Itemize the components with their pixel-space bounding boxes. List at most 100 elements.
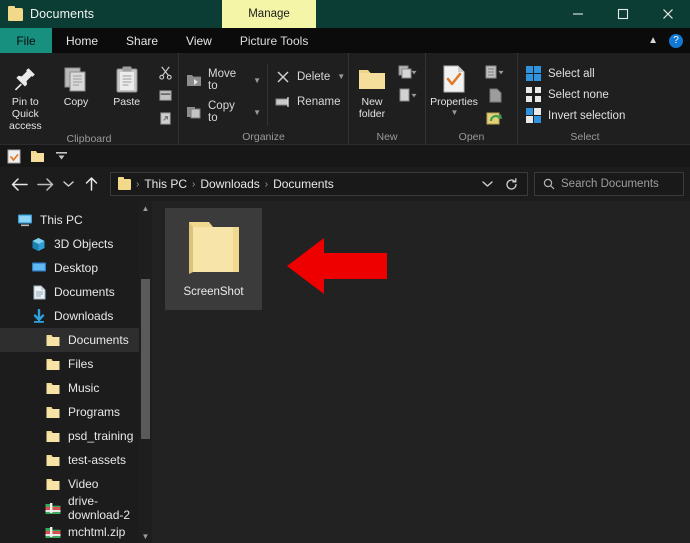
address-bar: › This PC › Downloads › Documents Search…: [0, 167, 690, 201]
move-to-button[interactable]: Move to ▼: [179, 68, 267, 92]
maximize-button[interactable]: [600, 0, 645, 28]
sidebar-item-video[interactable]: Video: [0, 472, 152, 496]
sidebar-item-psd-training[interactable]: psd_training: [0, 424, 152, 448]
copy-icon: [62, 62, 90, 96]
folder-icon: [44, 332, 61, 349]
sidebar-item-documents-selected[interactable]: Documents: [0, 328, 152, 352]
invert-selection-label: Invert selection: [548, 109, 626, 122]
sidebar-item-test-assets[interactable]: test-assets: [0, 448, 152, 472]
new-folder-button[interactable]: New folder: [349, 58, 395, 120]
new-small-buttons: [395, 58, 421, 105]
folder-icon: [44, 476, 61, 493]
paste-icon: [115, 62, 139, 96]
forward-arrow-icon[interactable]: [32, 171, 58, 197]
pin-to-quick-access-button[interactable]: Pin to Quick access: [0, 58, 51, 132]
sidebar-item-documents-library[interactable]: Documents: [0, 280, 152, 304]
sidebar-item-programs[interactable]: Programs: [0, 400, 152, 424]
select-items: Select all Select none Invert selection: [518, 58, 625, 123]
properties-icon: [441, 62, 467, 96]
file-item-screenshot[interactable]: ScreenShot: [165, 208, 262, 310]
copy-button[interactable]: Copy: [51, 58, 102, 108]
chevron-down-icon: ▼: [450, 108, 459, 118]
easy-access-icon[interactable]: [395, 85, 421, 105]
delete-icon: [274, 68, 291, 85]
tab-picture-tools-label: Picture Tools: [239, 33, 309, 48]
sidebar-item-downloads[interactable]: Downloads: [0, 304, 152, 328]
contextual-tab-manage[interactable]: Manage: [222, 0, 316, 28]
tab-home-label: Home: [66, 33, 99, 48]
breadcrumb-this-pc[interactable]: This PC: [140, 177, 191, 191]
rename-button[interactable]: Rename: [268, 93, 348, 110]
sidebar-scrollbar[interactable]: ▲ ▼: [139, 201, 152, 543]
search-icon: [543, 178, 555, 190]
tab-home[interactable]: Home: [52, 28, 112, 53]
refresh-icon[interactable]: [499, 173, 523, 195]
file-list-pane[interactable]: ScreenShot: [152, 201, 690, 543]
new-folder-icon[interactable]: [30, 149, 45, 164]
tab-share-label: Share: [126, 33, 159, 48]
tab-view[interactable]: View: [172, 28, 226, 53]
paste-shortcut-icon[interactable]: [152, 108, 178, 128]
sidebar-item-mchtml-zip[interactable]: mchtml.zip: [0, 520, 152, 543]
sidebar-item-3d-objects[interactable]: 3D Objects: [0, 232, 152, 256]
tab-share[interactable]: Share: [112, 28, 172, 53]
paste-button[interactable]: Paste: [101, 58, 152, 108]
up-arrow-icon[interactable]: [78, 171, 104, 197]
invert-selection-button[interactable]: Invert selection: [518, 108, 625, 123]
sidebar-item-files[interactable]: Files: [0, 352, 152, 376]
new-folder-icon: [357, 62, 387, 96]
scroll-up-icon[interactable]: ▲: [139, 201, 152, 215]
sidebar-item-label: 3D Objects: [54, 237, 114, 251]
minimize-button[interactable]: [555, 0, 600, 28]
customize-dropdown-icon[interactable]: [54, 149, 69, 164]
properties-button[interactable]: Properties ▼: [426, 58, 482, 117]
sidebar-item-label: psd_training: [68, 429, 134, 443]
clipboard-small-buttons: [152, 58, 178, 128]
ribbon-group-new-label: New: [376, 131, 398, 143]
select-none-button[interactable]: Select none: [518, 87, 625, 102]
select-all-button[interactable]: Select all: [518, 66, 625, 81]
ribbon-group-open: Properties ▼ Open: [425, 53, 517, 145]
sidebar-item-this-pc[interactable]: This PC: [0, 208, 152, 232]
sidebar-item-desktop[interactable]: Desktop: [0, 256, 152, 280]
help-icon[interactable]: ?: [669, 33, 683, 48]
recent-locations-dropdown[interactable]: [58, 171, 78, 197]
chevron-down-icon: ▼: [337, 72, 346, 81]
ribbon-group-select: Select all Select none Invert selection …: [517, 53, 652, 145]
scroll-down-icon[interactable]: ▼: [139, 529, 152, 543]
copy-path-icon[interactable]: [152, 85, 178, 105]
copy-to-icon: [185, 104, 202, 121]
breadcrumb-downloads[interactable]: Downloads: [196, 177, 263, 191]
copy-to-button[interactable]: Copy to ▼: [179, 100, 267, 124]
sidebar-item-music[interactable]: Music: [0, 376, 152, 400]
edit-icon[interactable]: [482, 85, 508, 105]
sidebar-item-label: This PC: [40, 213, 83, 227]
breadcrumb-documents[interactable]: Documents: [269, 177, 338, 191]
select-all-icon: [526, 66, 541, 81]
ribbon: Pin to Quick access Copy Paste Clipboard…: [0, 53, 690, 145]
folder-icon: [8, 5, 23, 21]
explorer-body: This PC 3D Objects Desktop Documents Dow…: [0, 201, 690, 543]
breadcrumb[interactable]: › This PC › Downloads › Documents: [110, 172, 528, 196]
back-arrow-icon[interactable]: [6, 171, 32, 197]
cut-icon[interactable]: [152, 62, 178, 82]
delete-button[interactable]: Delete ▼: [268, 68, 348, 85]
scrollbar-thumb[interactable]: [141, 279, 150, 439]
tab-file[interactable]: File: [0, 28, 52, 53]
open-icon[interactable]: [482, 62, 508, 82]
new-item-icon[interactable]: [395, 62, 421, 82]
invert-selection-icon: [526, 108, 541, 123]
zip-icon: [44, 524, 61, 541]
quick-access-toolbar: [0, 145, 690, 167]
history-icon[interactable]: [482, 108, 508, 128]
sidebar-item-drive-download-2[interactable]: drive-download-2: [0, 494, 152, 522]
tab-picture-tools[interactable]: Picture Tools: [226, 28, 322, 53]
folder-icon: [44, 428, 61, 445]
chevron-up-icon[interactable]: ▲: [648, 35, 658, 46]
rename-icon: [274, 93, 291, 110]
search-input[interactable]: Search Documents: [534, 172, 684, 196]
properties-icon[interactable]: [6, 149, 21, 164]
close-button[interactable]: [645, 0, 690, 28]
downloads-icon: [30, 308, 47, 325]
chevron-down-icon[interactable]: [475, 173, 499, 195]
